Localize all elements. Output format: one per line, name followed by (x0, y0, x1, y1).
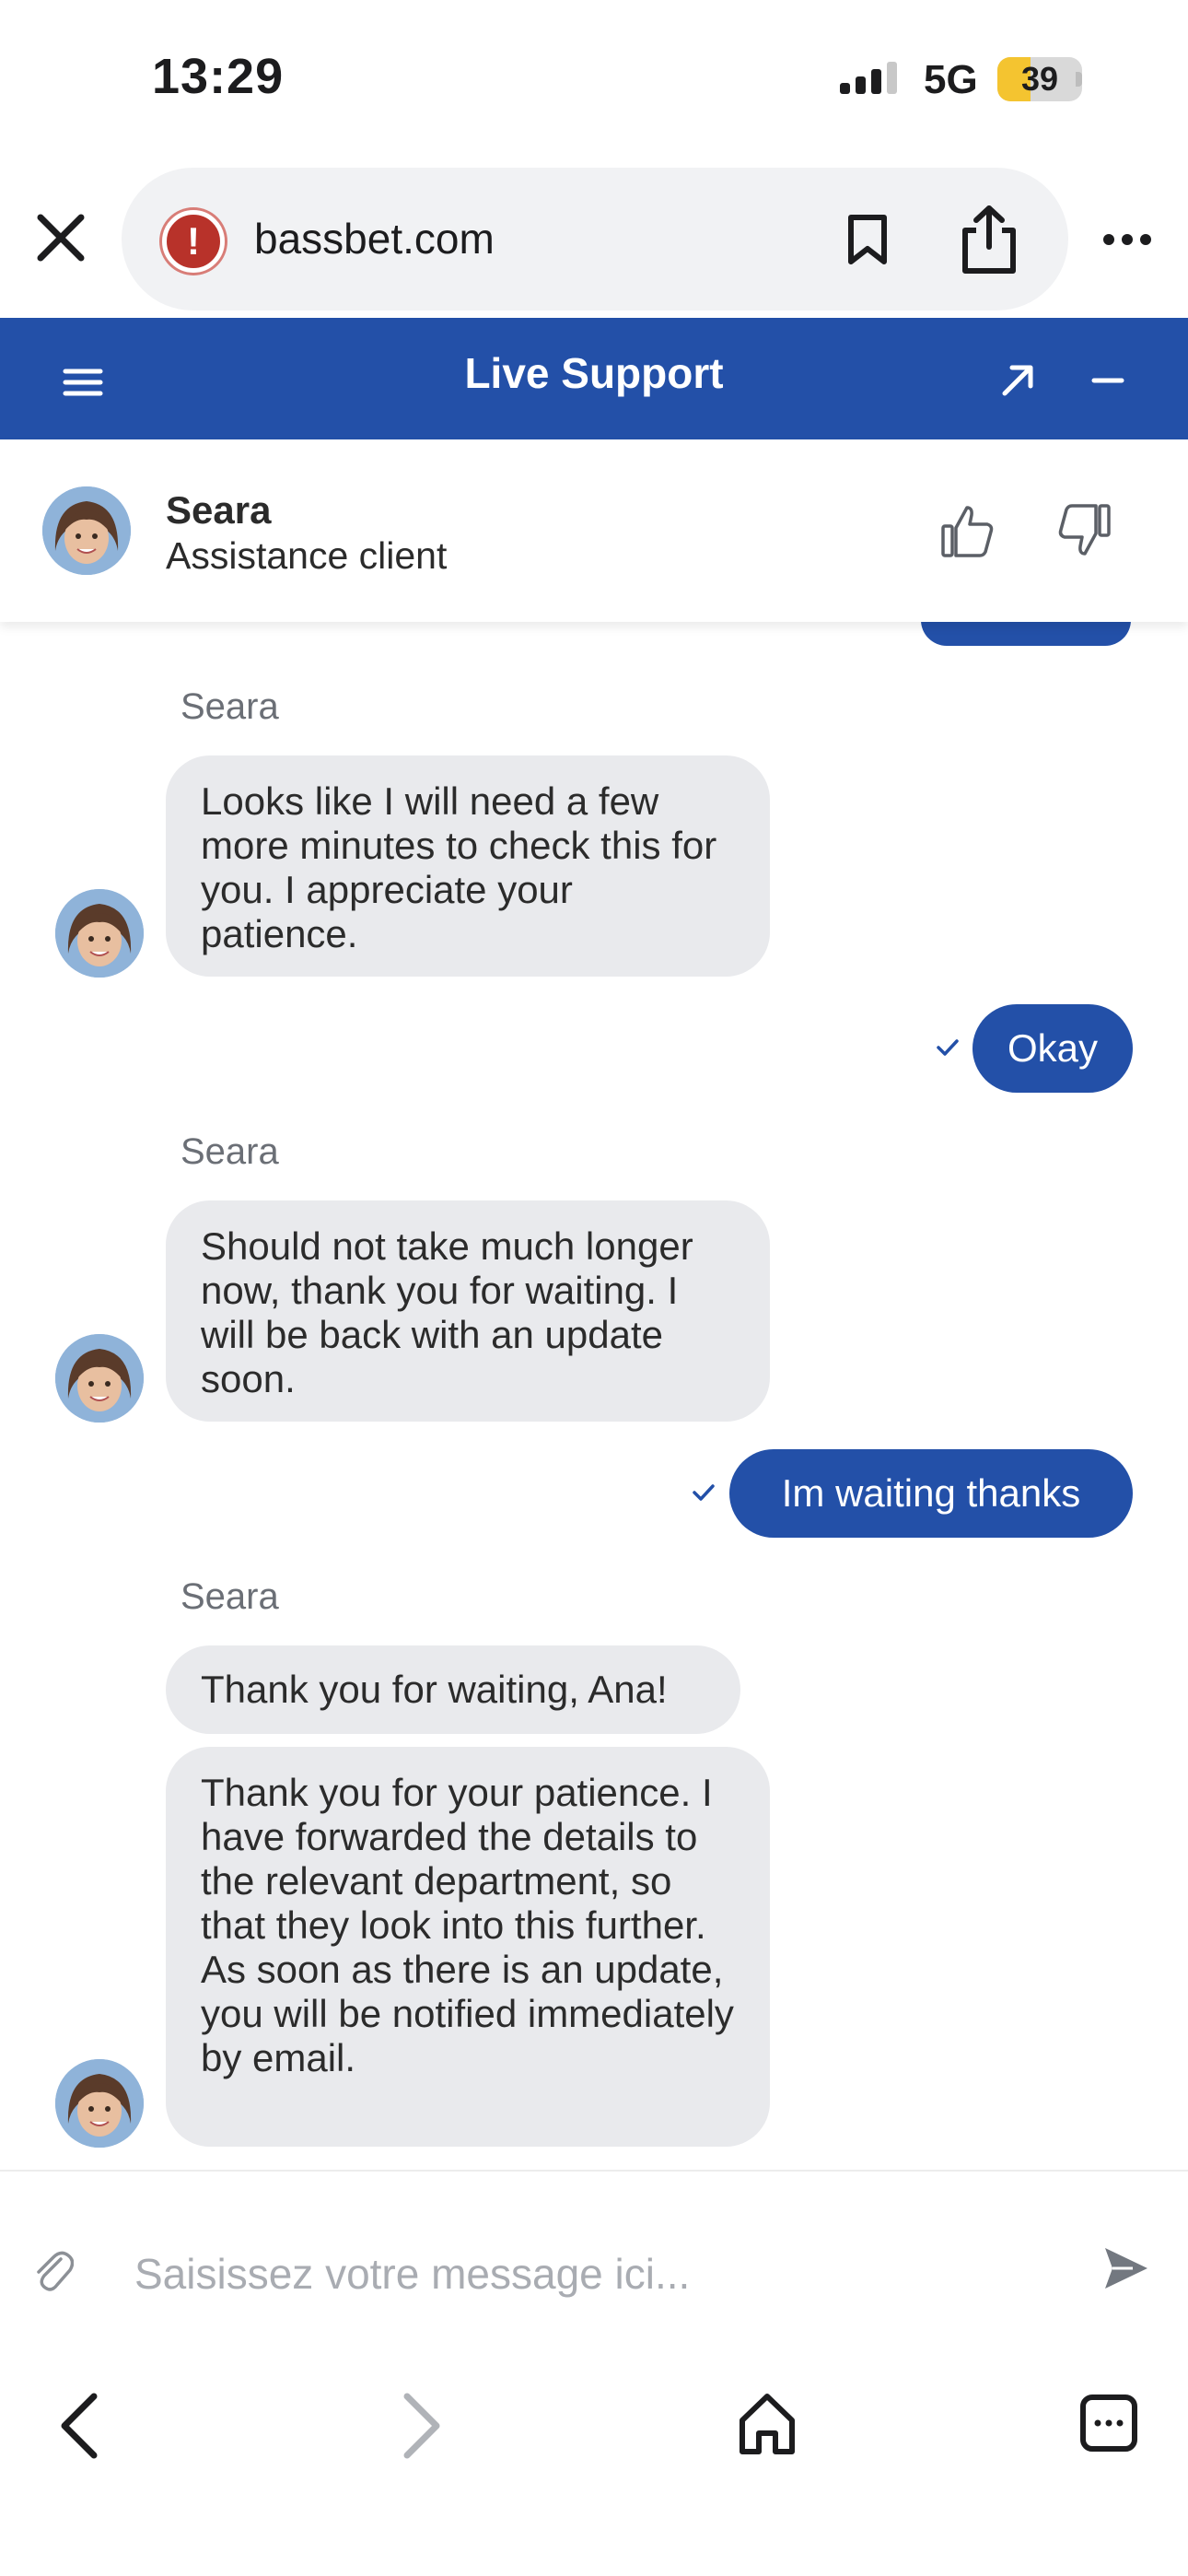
more-icon[interactable] (1101, 232, 1153, 247)
agent-message-bubble: Thank you for waiting, Ana! (166, 1645, 740, 1734)
user-message-bubble: Okay (973, 1004, 1133, 1093)
avatar (55, 889, 144, 978)
message-input[interactable] (134, 2244, 1065, 2303)
sender-label: Seara (181, 1576, 279, 1617)
share-icon[interactable] (958, 205, 1020, 275)
back-icon[interactable] (53, 2391, 105, 2461)
bookmark-icon[interactable] (845, 214, 890, 265)
tabs-icon[interactable] (1079, 2394, 1138, 2453)
network-label: 5G (924, 57, 978, 102)
user-message-bubble: Im waiting thanks (729, 1449, 1133, 1538)
close-icon[interactable] (33, 210, 88, 265)
forward-icon[interactable] (396, 2391, 448, 2461)
home-icon[interactable] (737, 2391, 798, 2457)
battery-indicator: 39 (997, 57, 1082, 101)
delivered-check-icon (937, 1039, 959, 1056)
security-warning-icon[interactable]: ! (162, 210, 225, 273)
attach-icon[interactable] (33, 2246, 74, 2294)
agent-message-bubble: Should not take much longer now, thank y… (166, 1200, 770, 1422)
avatar (55, 1334, 144, 1423)
minimize-icon[interactable] (1091, 376, 1124, 385)
thumbs-down-icon[interactable] (1055, 502, 1112, 559)
agent-message-bubble: Thank you for your patience. I have forw… (166, 1747, 770, 2147)
thumbs-up-icon[interactable] (939, 502, 996, 559)
sender-label: Seara (181, 1131, 279, 1172)
agent-role: Assistance client (166, 534, 448, 577)
message-list[interactable]: Seara Looks like I will need a few more … (0, 594, 1188, 2170)
expand-icon[interactable] (999, 362, 1036, 399)
browser-bottom-bar (0, 2354, 1188, 2576)
battery-cap (1076, 72, 1082, 87)
agent-name: Seara (166, 488, 272, 532)
sender-label: Seara (181, 686, 279, 727)
battery-level: 39 (1020, 60, 1059, 98)
avatar (42, 486, 131, 575)
avatar (55, 2059, 144, 2148)
send-icon[interactable] (1101, 2244, 1151, 2292)
status-time: 13:29 (152, 49, 285, 104)
signal-icon (840, 62, 897, 94)
agent-message-bubble: Looks like I will need a few more minute… (166, 755, 770, 977)
url-text[interactable]: bassbet.com (254, 214, 495, 263)
delivered-check-icon (693, 1484, 715, 1501)
